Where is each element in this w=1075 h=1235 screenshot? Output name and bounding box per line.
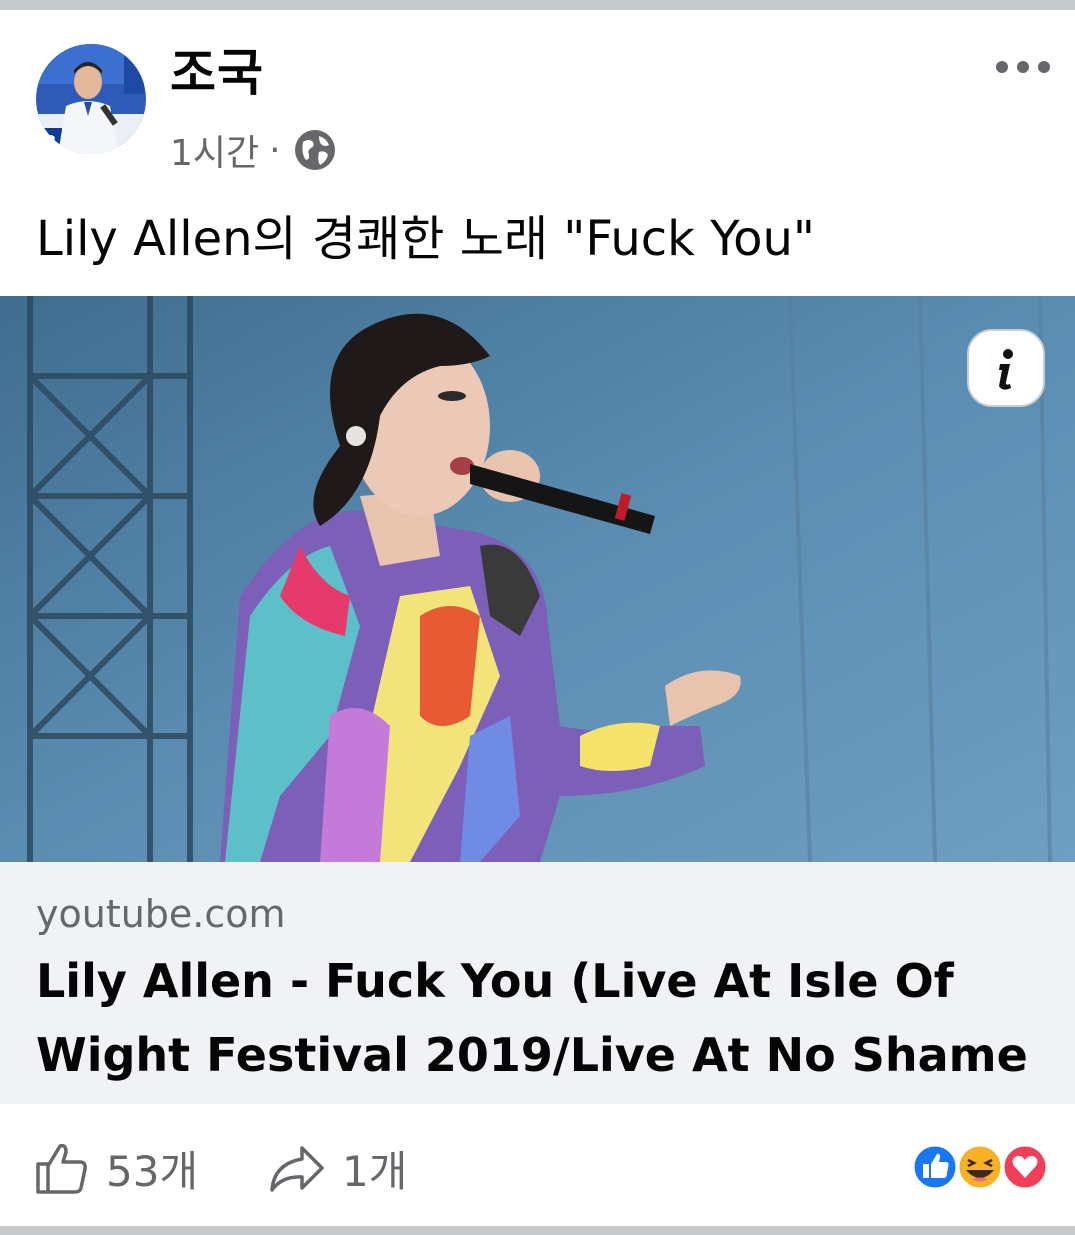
share-arrow-icon <box>270 1146 324 1192</box>
author-avatar[interactable]: 3 <box>36 44 146 154</box>
svg-text:3: 3 <box>44 132 57 153</box>
link-title-line-1: Lily Allen - Fuck You (Live At Isle Of <box>36 954 954 1008</box>
ellipsis-icon <box>996 61 1050 73</box>
meta-separator: · <box>269 129 281 171</box>
link-title[interactable]: Lily Allen - Fuck You (Live At Isle Of W… <box>36 944 1046 1092</box>
love-reaction-icon <box>1001 1143 1049 1191</box>
thumbs-up-icon <box>36 1143 87 1194</box>
like-reaction-icon <box>911 1143 959 1191</box>
author-name[interactable]: 조국 <box>170 38 264 108</box>
reactions-summary[interactable] <box>910 1142 1050 1192</box>
info-icon <box>967 329 1045 407</box>
like-count: 53개 <box>106 1146 199 1196</box>
globe-icon <box>293 128 337 172</box>
bottom-divider <box>0 1226 1075 1235</box>
post-meta: 1시간 · <box>170 122 337 178</box>
info-button[interactable] <box>966 328 1046 408</box>
top-divider <box>0 0 1075 10</box>
haha-reaction-icon <box>956 1143 1004 1191</box>
link-domain: youtube.com <box>36 892 286 936</box>
post-time[interactable]: 1시간 <box>170 124 259 176</box>
share-count: 1개 <box>342 1146 408 1196</box>
share-button[interactable]: 1개 <box>268 1138 407 1198</box>
like-button[interactable]: 53개 <box>34 1138 198 1198</box>
post-text: Lily Allen의 경쾌한 노래 "Fuck You" <box>36 211 816 267</box>
link-title-line-2: Wight Festival 2019/Live At No Shame ... <box>36 1028 1046 1082</box>
video-thumbnail[interactable] <box>0 296 1075 862</box>
more-options-button[interactable] <box>990 50 1056 84</box>
